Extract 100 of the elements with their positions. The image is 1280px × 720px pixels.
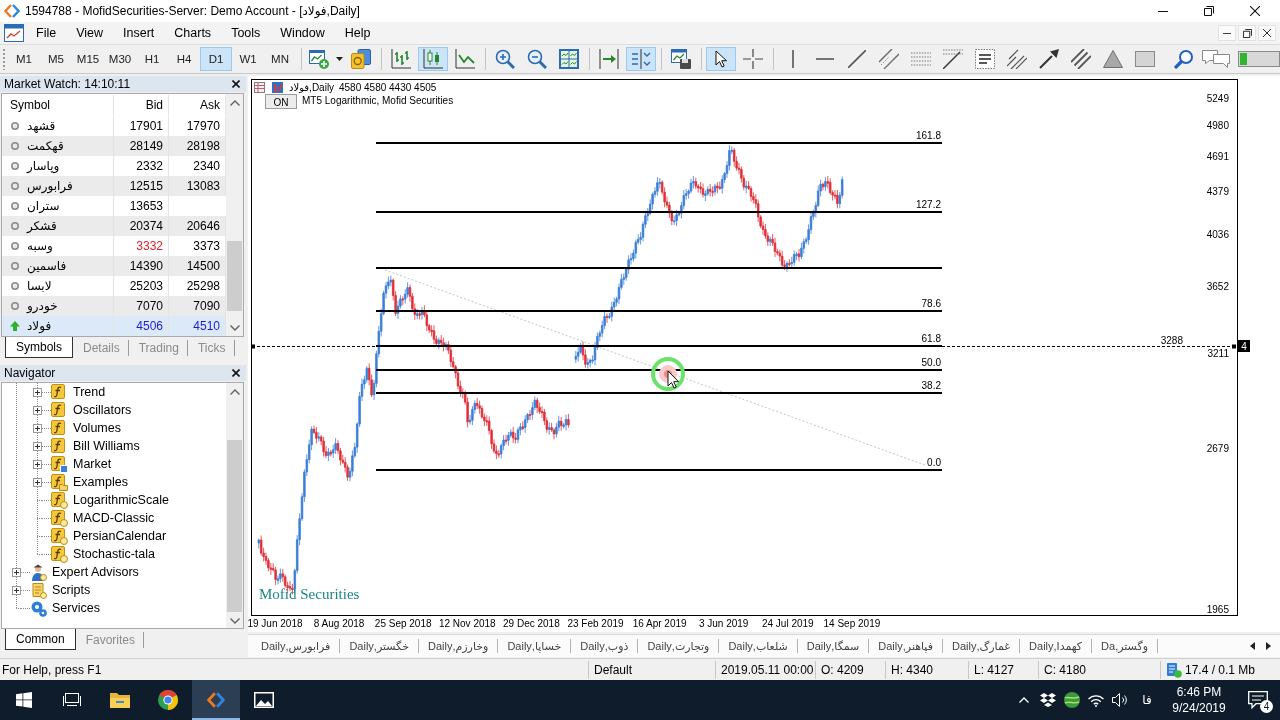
navigator-item[interactable]: Market (73, 457, 112, 471)
bars-icon (272, 82, 283, 93)
fib-level-label: 78.6 (921, 298, 941, 309)
navigator-item[interactable]: Oscillators (73, 403, 132, 417)
date-label: 19 Jun 2018 (248, 618, 303, 629)
new-chart-button[interactable] (306, 47, 332, 71)
chart-tab[interactable]: خساپا,Daily (498, 639, 572, 653)
navigator-item[interactable]: Scripts (52, 583, 91, 597)
timeframe-button[interactable]: M5 (40, 47, 72, 71)
price-label: 3652 (1206, 281, 1229, 292)
scrollbar-thumb[interactable] (227, 241, 242, 311)
chart-tab[interactable]: وتجارت,Daily (638, 639, 720, 653)
fib-level-label: 38.2 (921, 380, 941, 391)
timeframe-button[interactable]: H4 (168, 47, 200, 71)
scrollbar[interactable] (226, 383, 243, 628)
price-marker: 4 (1238, 340, 1250, 352)
clock-button[interactable]: 6:46 PM 9/24/2019 (1162, 680, 1236, 720)
bar-chart-icon (391, 49, 411, 69)
language-button[interactable]: فا (1132, 680, 1162, 720)
line-chart-icon (455, 49, 475, 69)
menu-item[interactable]: Tools (221, 23, 271, 43)
menu-item[interactable]: View (66, 23, 114, 43)
navigator-item[interactable]: Volumes (73, 421, 121, 435)
chart-type-button[interactable] (418, 47, 448, 71)
scrollbar-thumb[interactable] (227, 440, 242, 612)
document-dot-icon (1166, 661, 1182, 678)
menu-item[interactable]: Insert (113, 23, 165, 43)
chart-tab[interactable]: وگستر,Da (1092, 639, 1158, 653)
zoom-out-icon (527, 49, 547, 69)
timeframe-button[interactable]: M30 (104, 47, 136, 71)
function-folder-icon (51, 473, 68, 491)
panel-tab[interactable]: Common (5, 629, 76, 650)
chart-tab[interactable]: کهمدا,Daily (1020, 639, 1093, 653)
close-button[interactable] (230, 367, 242, 379)
arrow-icon (1039, 49, 1059, 69)
column-header[interactable]: Bid (114, 95, 169, 115)
timeframe-button[interactable]: D1 (200, 47, 232, 71)
picture-icon (254, 692, 274, 708)
folder-icon (110, 692, 130, 708)
status-time: 2019.05.11 00:00 (715, 660, 815, 679)
chart-tab[interactable]: سمگا,Daily (797, 639, 870, 653)
chart-tab[interactable]: غمارگ,Daily (942, 639, 1021, 653)
panel-tab[interactable]: Symbols (5, 337, 73, 358)
navigator-item[interactable]: Services (52, 601, 100, 615)
panel-title: Market Watch: 14:10:11 (4, 77, 131, 91)
notifications-button[interactable]: 4 (1236, 680, 1280, 720)
navigator-item[interactable]: MACD-Classic (73, 511, 155, 525)
symbol-cell: قهکمت (27, 139, 64, 153)
menu-item[interactable]: File (26, 23, 67, 43)
diamonds-icon (1040, 693, 1056, 707)
task-view-icon (63, 693, 81, 707)
minimize-button[interactable] (1218, 25, 1236, 41)
indicator-name: MT5 Logarithmic, Mofid Securities (302, 95, 454, 106)
minimize-icon (1158, 10, 1168, 12)
scrollbar[interactable] (226, 94, 243, 336)
timeframe-button[interactable]: H1 (136, 47, 168, 71)
dotted-lines-icon (911, 52, 931, 66)
menu-item[interactable]: Window (270, 23, 335, 43)
chart-tab[interactable]: ذوب,Daily (571, 639, 639, 653)
search-icon (1174, 49, 1194, 69)
timeframe-button[interactable]: M1 (8, 47, 40, 71)
chevron-up-icon (229, 388, 240, 395)
navigator-item[interactable]: PersianCalendar (73, 529, 167, 543)
status-text: For Help, press F1 (1, 661, 103, 679)
status-profile: Default (588, 660, 715, 679)
price-label: 4980 (1206, 120, 1229, 131)
menu-item[interactable]: Charts (164, 23, 222, 43)
price-label: 3211 (1207, 348, 1229, 359)
close-button[interactable] (230, 78, 242, 90)
close-button[interactable] (1258, 25, 1276, 41)
fib-level-label: 61.8 (921, 333, 941, 344)
horizontal-line[interactable] (251, 344, 1237, 349)
navigator-item[interactable]: Expert Advisors (52, 565, 139, 579)
timeframe-button[interactable]: W1 (232, 47, 264, 71)
fibonacci-retracement[interactable] (375, 142, 943, 471)
timeframe-button[interactable]: MN (264, 47, 296, 71)
column-header[interactable]: Symbol (2, 95, 114, 115)
timeframe-button[interactable]: M15 (72, 47, 104, 71)
dotted-box-lines-icon (975, 49, 995, 69)
chart-tab[interactable]: فرابورس,Daily (252, 639, 341, 653)
navigator-item[interactable]: Stochastic-tala (73, 547, 155, 561)
close-icon (1263, 29, 1271, 37)
navigator-item[interactable]: LogarithmicScale (73, 493, 169, 507)
symbol-cell: وپاسار (27, 159, 60, 173)
chart-tab[interactable]: شلعاب,Daily (719, 639, 798, 653)
navigator-item[interactable]: Bill Williams (73, 439, 140, 453)
auto-scroll-button[interactable] (626, 47, 656, 71)
restore-button[interactable] (1238, 25, 1256, 41)
menu-item[interactable]: Help (334, 23, 381, 43)
chart-tab[interactable]: خگستر,Daily (340, 639, 419, 653)
chat-button[interactable] (1201, 47, 1231, 71)
cursor-button[interactable] (706, 47, 736, 71)
symbol-cell: قشکر (27, 219, 57, 233)
status-close: C: 4180 (1038, 660, 1160, 679)
navigator-item[interactable]: Trend (73, 385, 106, 399)
indicator-toggle-button[interactable]: ON (265, 94, 297, 109)
navigator-item[interactable]: Examples (73, 475, 128, 489)
chart-tab[interactable]: وخارزم,Daily (419, 639, 499, 653)
chart-tab[interactable]: فپاهنر,Daily (869, 639, 943, 653)
window-title: 1594788 - MofidSecurities-Server: Demo Account - [فولاد,Daily] (25, 4, 360, 18)
